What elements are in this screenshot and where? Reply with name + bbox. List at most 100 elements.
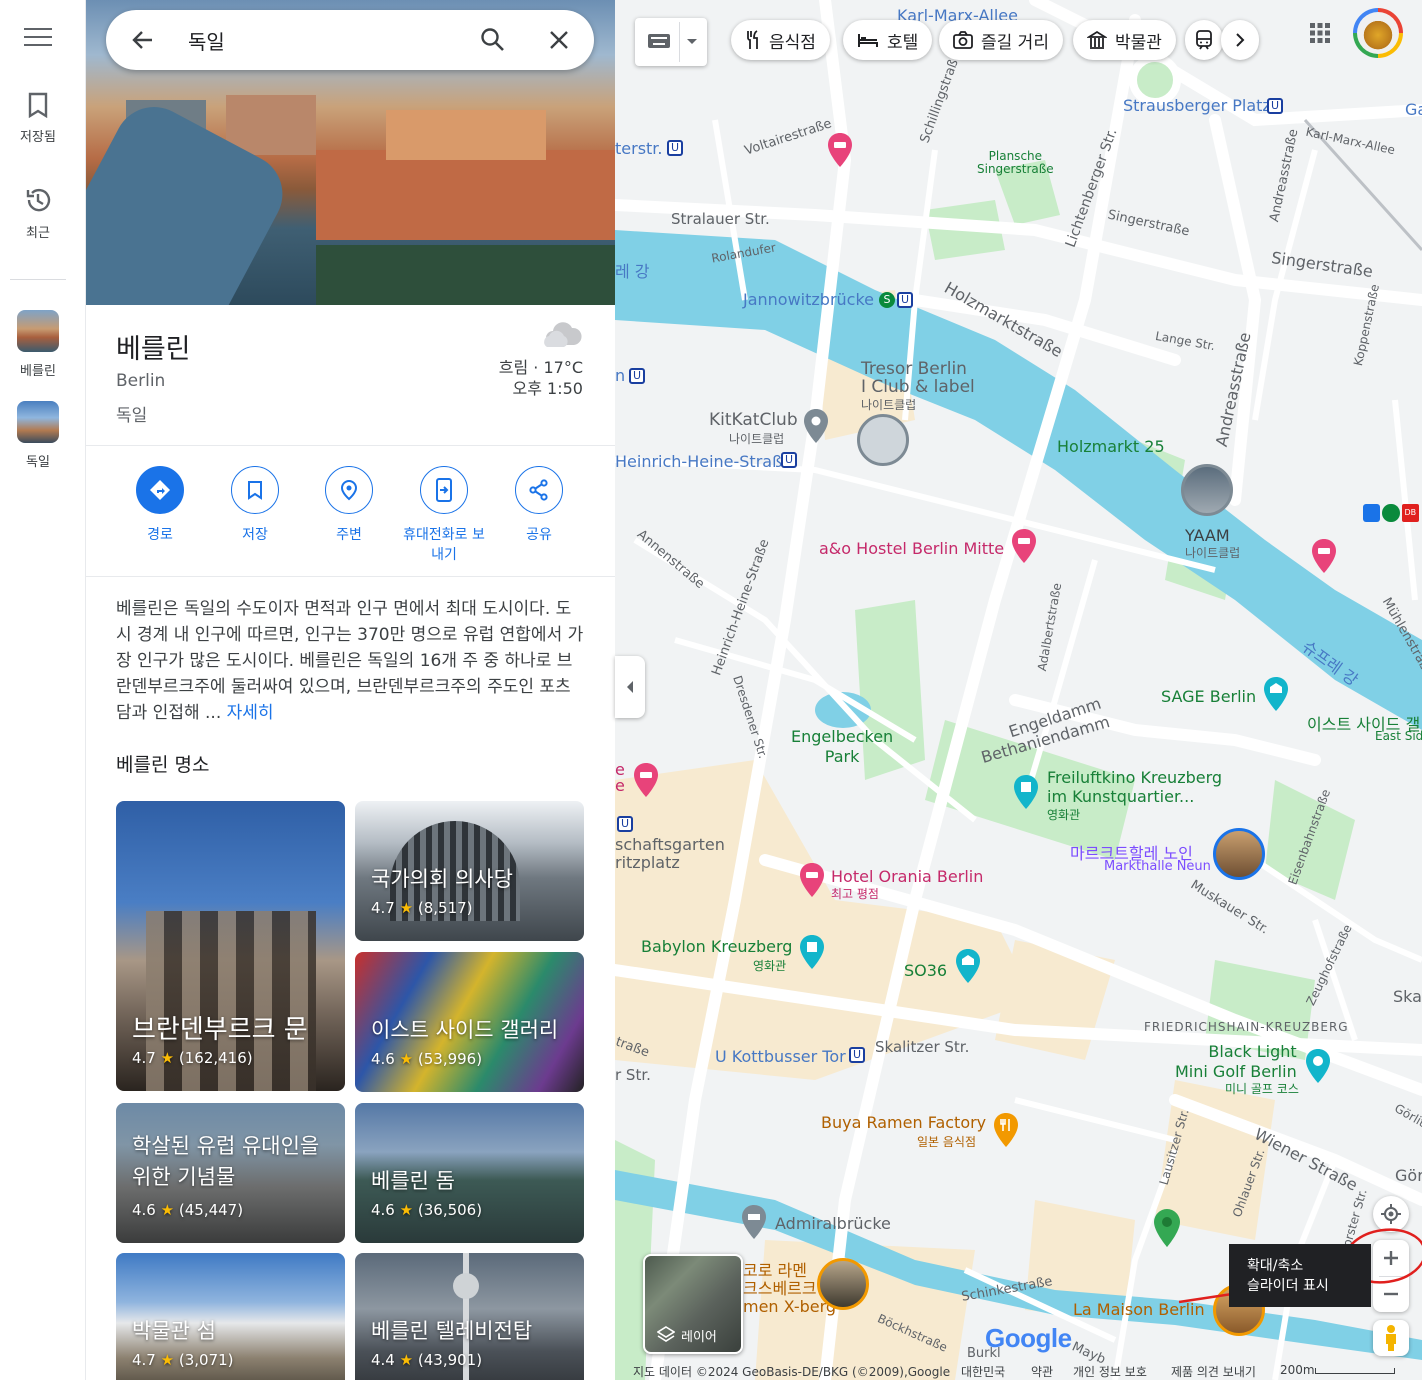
map-label[interactable]: East Side — [1375, 729, 1422, 743]
map-label[interactable]: Skalitzer Str. — [875, 1038, 969, 1056]
map-label[interactable]: 나이트클럽 — [729, 430, 784, 447]
subway-icon[interactable]: U — [781, 452, 797, 468]
scale-label[interactable]: 200m — [1280, 1363, 1315, 1377]
chips-next-button[interactable] — [1221, 20, 1259, 60]
map-label[interactable]: U Kottbusser Tor — [715, 1047, 846, 1066]
map-label[interactable]: Görlit — [1395, 1166, 1422, 1185]
apps-grid-icon[interactable] — [1309, 22, 1331, 44]
map-label[interactable]: Strausberger Platz — [1123, 96, 1271, 115]
map-label[interactable]: Black Light Mini Golf Berlin — [1175, 1042, 1297, 1082]
map-label[interactable]: 일본 음식점 — [917, 1133, 976, 1150]
map-label[interactable]: Stralauer Str. — [671, 210, 770, 228]
subway-icon[interactable]: U — [897, 292, 913, 308]
save-button[interactable]: 저장 — [205, 466, 305, 544]
map-label[interactable]: Ska — [1393, 987, 1422, 1006]
map-label[interactable]: terstr. — [615, 139, 663, 158]
map-label[interactable]: Holzmarkt 25 — [1057, 437, 1165, 456]
map-label[interactable]: 최고 평점 — [831, 885, 879, 902]
map-label[interactable]: FRIEDRICHSHAIN-KREUZBERG — [1144, 1020, 1349, 1034]
map-label[interactable]: n — [615, 366, 625, 385]
map-label[interactable]: 나이트클럽 — [861, 396, 916, 413]
map-label[interactable]: SO36 — [904, 961, 947, 980]
map-canvas[interactable]: Karl-Marx-Allee Strausberger Platz Karl-… — [615, 0, 1422, 1380]
station-icon[interactable]: DB — [1363, 504, 1419, 522]
photo-pin[interactable] — [1213, 828, 1265, 880]
map-label[interactable]: r Str. — [615, 1066, 651, 1084]
attraction-card[interactable]: 베를린 텔레비전탑 4.4 ★ (43,901) — [355, 1253, 584, 1380]
chevron-down-icon[interactable] — [686, 38, 698, 46]
attraction-pin-icon[interactable] — [1263, 676, 1289, 712]
feedback-link[interactable]: 제품 의견 보내기 — [1171, 1363, 1256, 1380]
layers-button[interactable]: 레이어 — [643, 1254, 743, 1354]
map-label[interactable]: 영화관 — [753, 957, 786, 974]
map-label[interactable]: Jannowitzbrücke — [743, 290, 874, 309]
map-label[interactable]: a&o Hostel Berlin Mitte — [819, 539, 1004, 558]
nearby-button[interactable]: 주변 — [299, 466, 399, 544]
map-label[interactable]: SAGE Berlin — [1161, 687, 1256, 706]
subway-icon[interactable]: U — [629, 368, 645, 384]
cinema-pin-icon[interactable] — [1013, 774, 1039, 810]
subway-icon[interactable]: U — [617, 816, 633, 832]
map-label[interactable]: Heinrich-Heine-Straße — [615, 452, 792, 471]
restaurant-pin-icon[interactable] — [993, 1112, 1019, 1148]
attraction-card[interactable]: 베를린 돔 4.6 ★ (36,506) — [355, 1103, 584, 1243]
music-pin-icon[interactable] — [955, 948, 981, 984]
place-pin-icon[interactable] — [803, 408, 829, 444]
chip-hotels[interactable]: 호텔 — [843, 20, 933, 60]
sbahn-icon[interactable]: S — [879, 292, 895, 308]
history-item-germany[interactable]: 독일 — [0, 401, 76, 470]
search-input[interactable] — [188, 24, 458, 56]
hotel-pin-icon[interactable] — [1011, 528, 1037, 564]
chip-restaurants[interactable]: 음식점 — [731, 20, 830, 60]
collapse-panel-button[interactable] — [615, 656, 645, 718]
map-label[interactable]: 나이트클럽 — [1185, 544, 1240, 561]
recent-button[interactable]: 최근 — [0, 186, 76, 241]
subway-icon[interactable]: U — [1267, 98, 1283, 114]
photo-pin[interactable] — [817, 1258, 869, 1310]
chip-transit[interactable] — [1185, 20, 1223, 60]
map-label[interactable]: KitKatClub — [709, 410, 798, 430]
bridge-pin-icon[interactable] — [741, 1204, 767, 1240]
menu-icon[interactable] — [24, 28, 52, 50]
cinema-pin-icon[interactable] — [799, 934, 825, 970]
terms-link[interactable]: 약관 — [1031, 1363, 1053, 1380]
history-item-berlin[interactable]: 베를린 — [0, 310, 76, 379]
map-label[interactable]: schaftsgarten ritzplatz — [615, 836, 725, 872]
attraction-card[interactable]: 박물관 섬 4.7 ★ (3,071) — [116, 1253, 345, 1380]
attraction-card[interactable]: 브란덴부르크 문 4.7 ★ (162,416) — [116, 801, 345, 1091]
subway-icon[interactable]: U — [667, 140, 683, 156]
hotel-pin-icon[interactable] — [827, 132, 853, 168]
map-label[interactable]: 영화관 — [1047, 806, 1080, 823]
map-label[interactable]: Hotel Orania Berlin — [831, 867, 983, 886]
photo-pin[interactable] — [857, 414, 909, 466]
subway-icon[interactable]: U — [849, 1047, 865, 1063]
map-label[interactable]: 레 강 — [615, 258, 650, 282]
map-label[interactable]: Buya Ramen Factory — [821, 1113, 986, 1132]
map-label[interactable]: Tresor Berlin I Club & label — [861, 360, 975, 396]
hotel-pin-icon[interactable] — [633, 762, 659, 798]
close-icon[interactable] — [546, 27, 572, 53]
map-label[interactable]: e e — [615, 762, 625, 794]
map-label[interactable]: Admiralbrücke — [775, 1214, 891, 1233]
more-link[interactable]: 자세히 — [227, 703, 274, 723]
map-label[interactable]: 미니 골프 코스 — [1225, 1080, 1299, 1097]
photo-pin[interactable] — [1181, 464, 1233, 516]
map-label[interactable]: Plansche Singerstraße — [977, 150, 1054, 176]
keyboard-icon[interactable] — [647, 32, 671, 50]
share-button[interactable]: 공유 — [489, 466, 589, 544]
directions-button[interactable]: 경로 — [110, 466, 210, 544]
privacy-link[interactable]: 개인 정보 보호 — [1073, 1363, 1147, 1380]
chip-museums[interactable]: 박물관 — [1073, 20, 1176, 60]
country-link[interactable]: 대한민국 — [961, 1363, 1005, 1380]
minigolf-pin-icon[interactable] — [1305, 1048, 1331, 1084]
search-box[interactable] — [106, 10, 594, 70]
search-icon[interactable] — [480, 27, 506, 53]
back-arrow-icon[interactable] — [130, 27, 156, 53]
input-tools[interactable] — [635, 18, 707, 66]
attraction-card[interactable]: 이스트 사이드 갤러리 4.6 ★ (53,996) — [355, 952, 584, 1092]
hotel-pin-icon[interactable] — [799, 862, 825, 898]
account-avatar[interactable] — [1353, 8, 1403, 58]
map-label[interactable]: Babylon Kreuzberg — [641, 937, 792, 956]
hotel-pin-icon[interactable] — [1311, 538, 1337, 574]
map-label[interactable]: Markthalle Neun — [1104, 859, 1211, 874]
